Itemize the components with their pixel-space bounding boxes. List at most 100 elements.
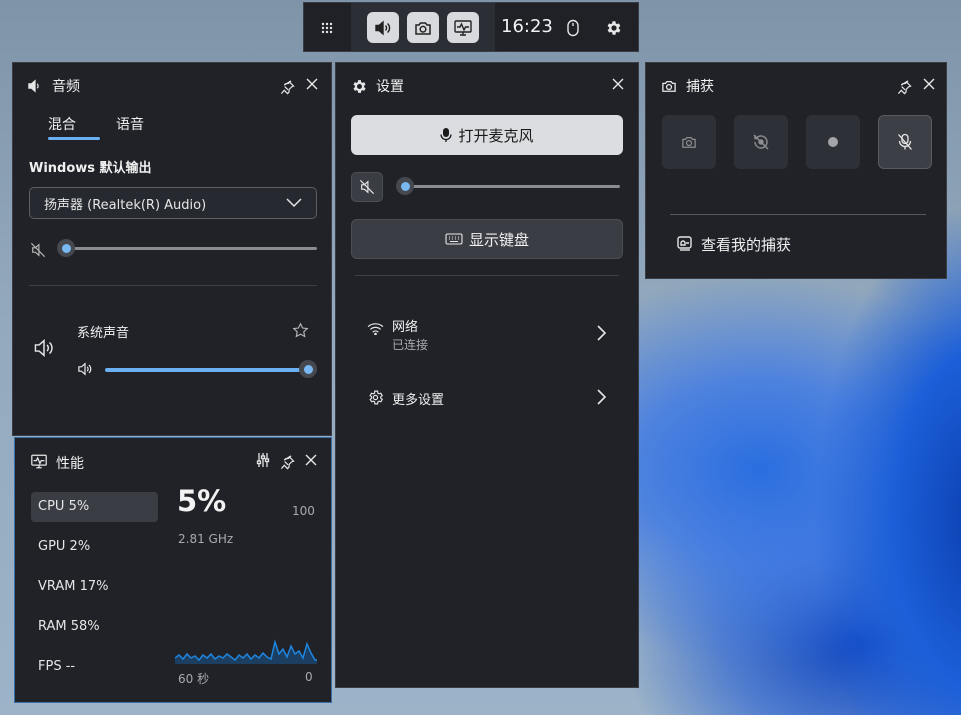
mic-record-toggle[interactable] [878, 115, 932, 169]
close-icon [305, 454, 317, 466]
cpu-frequency: 2.81 GHz [178, 532, 234, 546]
graph-time-left: 60 秒 [178, 672, 210, 686]
mute-toggle[interactable] [27, 239, 49, 261]
mic-volume-track [406, 185, 620, 188]
pin-icon [280, 79, 295, 94]
selected-device: 扬声器 (Realtek(R) Audio) [44, 198, 207, 213]
star-icon [291, 321, 309, 338]
close-button[interactable] [608, 74, 628, 94]
network-row[interactable]: 网络 已连接 [351, 307, 627, 357]
system-sounds-app-icon [31, 336, 57, 360]
wifi-icon [367, 323, 384, 335]
mouse-icon [567, 19, 579, 37]
chevron-right-icon [597, 389, 606, 405]
more-settings-label: 更多设置 [392, 393, 445, 408]
open-microphone-button[interactable]: 打开麦克风 [351, 115, 623, 155]
pin-button[interactable] [277, 452, 297, 472]
show-keyboard-button[interactable]: 显示键盘 [351, 219, 623, 259]
tab-selected-indicator [48, 137, 100, 140]
game-bar-toolbar: 16:23 [303, 2, 639, 52]
performance-panel: 性能 CPU 5% GPU 2% VRAM 17% RAM 58% FPS --… [14, 437, 332, 703]
close-button[interactable] [301, 450, 321, 470]
favorite-button[interactable] [289, 319, 311, 341]
output-label: Windows 默认输出 [29, 161, 152, 176]
cpu-usage-graph [175, 639, 317, 664]
master-volume-track [65, 247, 317, 250]
performance-options-button[interactable] [253, 450, 273, 470]
app-volume-icon[interactable] [75, 360, 95, 378]
perf-item-gpu[interactable]: GPU 2% [31, 532, 158, 562]
open-microphone-label: 打开麦克风 [458, 126, 534, 145]
tab-mix[interactable]: 混合 [48, 114, 76, 134]
speaker-muted-icon [30, 242, 46, 258]
perf-item-fps[interactable]: FPS -- [31, 652, 158, 682]
microphone-muted-icon [898, 133, 912, 150]
history-record-icon [753, 134, 769, 150]
chevron-right-icon [597, 325, 606, 341]
pin-icon [897, 79, 912, 94]
capture-widget-button[interactable] [407, 12, 439, 43]
graph-max-label: 100 [292, 504, 315, 518]
performance-widget-button[interactable] [447, 12, 479, 43]
close-icon [923, 78, 935, 90]
more-settings-row[interactable]: 更多设置 [351, 377, 627, 417]
app-volume-fill [105, 368, 309, 372]
cpu-usage-value: 5% [177, 484, 227, 518]
speaker-icon [34, 339, 53, 357]
camera-icon [415, 21, 431, 35]
speaker-icon [78, 362, 92, 376]
camera-icon [682, 137, 696, 148]
record-icon [828, 137, 838, 147]
mic-volume-slider[interactable] [396, 177, 414, 195]
divider [355, 275, 619, 276]
pin-icon [280, 454, 295, 469]
view-captures-label: 查看我的捕获 [701, 236, 792, 254]
pin-button[interactable] [894, 77, 914, 97]
mic-mute-toggle[interactable] [351, 172, 383, 202]
start-recording-button[interactable] [806, 115, 860, 169]
microphone-icon [440, 128, 453, 142]
panel-title: 捕获 [686, 79, 714, 95]
network-status: 已连接 [392, 338, 429, 352]
network-label: 网络 [392, 320, 419, 335]
output-device-dropdown[interactable]: 扬声器 (Realtek(R) Audio) [29, 187, 317, 219]
close-button[interactable] [302, 74, 322, 94]
panel-title: 设置 [376, 79, 404, 95]
settings-panel: 设置 打开麦克风 显示键盘 网络 已连接 更多设置 [335, 62, 639, 688]
gear-icon [353, 80, 366, 93]
app-volume-slider[interactable] [299, 360, 317, 378]
speaker-muted-icon [359, 179, 375, 195]
panel-title: 性能 [56, 456, 84, 472]
perf-item-cpu[interactable]: CPU 5% [31, 492, 158, 522]
clock: 16:23 [501, 16, 553, 37]
perf-item-ram[interactable]: RAM 58% [31, 612, 158, 642]
pin-button[interactable] [277, 77, 297, 97]
widget-toggle-group [351, 3, 495, 51]
graph-time-right: 0 [305, 670, 313, 684]
mouse-button[interactable] [561, 15, 585, 41]
gear-icon [607, 21, 621, 35]
camera-icon [662, 80, 676, 92]
widget-menu-button[interactable] [314, 15, 340, 41]
perf-item-vram[interactable]: VRAM 17% [31, 572, 158, 602]
gear-icon [369, 390, 384, 405]
grid-icon [321, 22, 333, 34]
audio-widget-button[interactable] [367, 12, 399, 43]
close-button[interactable] [919, 74, 939, 94]
master-volume-slider[interactable] [57, 239, 75, 257]
divider [670, 214, 926, 215]
chevron-down-icon [286, 198, 302, 208]
capture-panel: 捕获 查看我的捕获 [645, 62, 947, 279]
monitor-icon [31, 454, 47, 469]
settings-button[interactable] [601, 15, 627, 41]
close-icon [306, 78, 318, 90]
audio-panel: 音频 混合 语音 Windows 默认输出 扬声器 (Realtek(R) Au… [12, 62, 332, 436]
divider [29, 285, 317, 286]
view-captures-link[interactable]: 查看我的捕获 [676, 233, 896, 257]
tab-voice[interactable]: 语音 [116, 114, 144, 134]
screenshot-button[interactable] [662, 115, 716, 169]
record-last-button[interactable] [734, 115, 788, 169]
sliders-icon [256, 453, 270, 467]
app-name: 系统声音 [77, 326, 130, 341]
panel-title: 音频 [52, 79, 80, 95]
